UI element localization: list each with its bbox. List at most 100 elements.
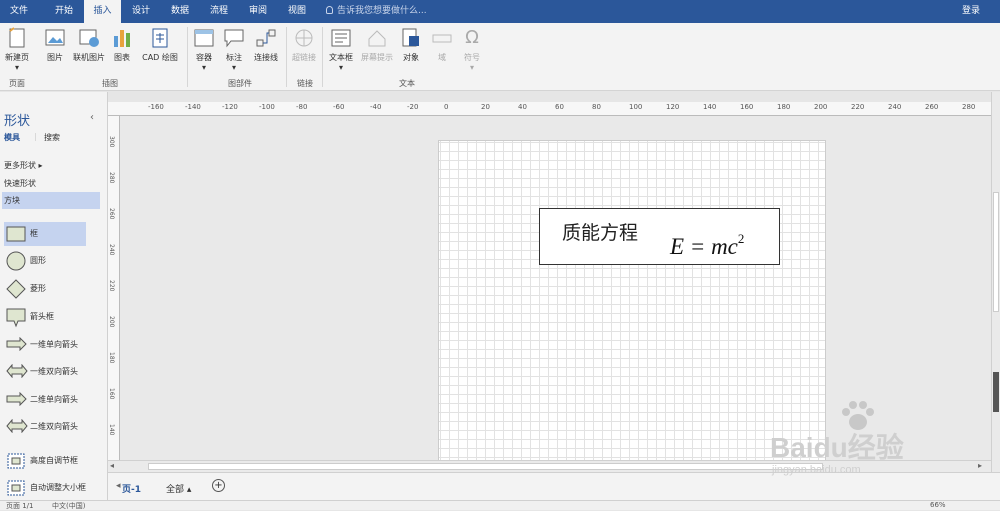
textbox-icon bbox=[331, 29, 351, 47]
equation-formula: E = mc2 bbox=[670, 231, 745, 259]
baidu-watermark: Baidu经验 jingyan.baidu.com bbox=[760, 400, 960, 490]
online-picture-icon bbox=[79, 29, 99, 47]
equation-exponent: 2 bbox=[737, 231, 745, 246]
scroll-right-icon[interactable]: ▸ bbox=[978, 461, 982, 470]
group-label-text: 文本 bbox=[399, 79, 415, 88]
screentip-button[interactable]: 屏幕提示 bbox=[358, 27, 396, 63]
horizontal-scroll-thumb[interactable] bbox=[148, 463, 823, 470]
ruler-tick-label: 160 bbox=[108, 388, 115, 400]
ruler-tick-label: 20 bbox=[481, 103, 490, 111]
title-bar: 文件 开始 插入 设计 数据 流程 审阅 视图 告诉我您想要做什么... 登录 bbox=[0, 0, 1000, 23]
page-nav-left-icon[interactable]: ◂ bbox=[116, 481, 121, 491]
cad-drawing-button[interactable]: CAD 绘图 bbox=[138, 27, 182, 63]
shape-auto-height-box[interactable]: 高度自调节框 bbox=[4, 449, 86, 473]
object-button[interactable]: 对象 bbox=[398, 27, 424, 63]
auto-height-box-shape-icon bbox=[7, 453, 25, 469]
hyperlink-button[interactable]: 超链接 bbox=[289, 27, 319, 63]
vertical-scrollbar[interactable] bbox=[991, 92, 1000, 472]
ruler-tick-label: 220 bbox=[851, 103, 865, 111]
tab-review[interactable]: 审阅 bbox=[239, 0, 277, 23]
picture-button[interactable]: 图片 bbox=[42, 27, 68, 63]
ruler-tick-label: 200 bbox=[108, 316, 115, 328]
ruler-tick-label: 280 bbox=[962, 103, 976, 111]
tab-design[interactable]: 设计 bbox=[122, 0, 160, 23]
connector-icon bbox=[256, 29, 276, 47]
triangle-right-icon: ▸ bbox=[38, 161, 43, 170]
shape-arrow-box[interactable]: 箭头框 bbox=[4, 305, 86, 329]
shape-circle[interactable]: 圆形 bbox=[4, 249, 86, 273]
ruler-tick-label: -120 bbox=[222, 103, 238, 111]
ruler-tick-label: -160 bbox=[148, 103, 164, 111]
vertical-scroll-marker bbox=[993, 372, 999, 412]
tab-insert[interactable]: 插入 bbox=[84, 0, 121, 23]
shape-auto-size-box[interactable]: 自动调整大小框 bbox=[4, 476, 86, 500]
zoom-level[interactable]: 66% bbox=[930, 501, 946, 509]
shape-box[interactable]: 框 bbox=[4, 222, 86, 246]
ruler-tick-label: -140 bbox=[185, 103, 201, 111]
tab-data[interactable]: 数据 bbox=[161, 0, 199, 23]
shape-2d-single-arrow[interactable]: 二维单向箭头 bbox=[4, 388, 86, 412]
watermark-url: jingyan.baidu.com bbox=[772, 464, 861, 476]
object-icon bbox=[402, 28, 419, 47]
tell-me-box[interactable]: 告诉我您想要做什么... bbox=[326, 0, 427, 23]
shape-diamond[interactable]: 菱形 bbox=[4, 277, 86, 301]
ribbon-separator bbox=[286, 27, 287, 87]
equation-box[interactable]: 质能方程 E = mc2 bbox=[539, 208, 780, 265]
horizontal-ruler: -160 -140 -120 -100 -80 -60 -40 -20 0 20 40 60 80 100… bbox=[108, 102, 991, 116]
chart-button[interactable]: 图表 bbox=[110, 27, 134, 63]
shape-1d-double-arrow[interactable]: 一维双向箭头 bbox=[4, 360, 86, 384]
ruler-tick-label: 60 bbox=[555, 103, 564, 111]
lightbulb-icon bbox=[326, 6, 333, 14]
tab-view[interactable]: 视图 bbox=[278, 0, 316, 23]
container-button[interactable]: 容器 ▾ bbox=[192, 27, 216, 72]
all-pages-button[interactable]: 全部 ▴ bbox=[166, 482, 191, 495]
ruler-tick-label: 260 bbox=[925, 103, 939, 111]
tab-process[interactable]: 流程 bbox=[200, 0, 238, 23]
ruler-tick-label: 240 bbox=[888, 103, 902, 111]
ruler-tick-label: 200 bbox=[814, 103, 828, 111]
collapse-chevron-icon[interactable]: ‹ bbox=[90, 112, 94, 123]
login-link[interactable]: 登录 bbox=[962, 0, 980, 23]
ruler-tick-label: 80 bbox=[592, 103, 601, 111]
ribbon-separator bbox=[322, 27, 323, 87]
tab-file[interactable]: 文件 bbox=[0, 0, 38, 23]
online-picture-button[interactable]: 联机图片 bbox=[70, 27, 108, 63]
tab-home[interactable]: 开始 bbox=[45, 0, 83, 23]
vertical-ruler: 300 280 260 240 220 200 180 160 140 bbox=[108, 116, 120, 460]
callout-button[interactable]: 标注 ▾ bbox=[222, 27, 246, 72]
page-tab-1[interactable]: 页-1 bbox=[122, 482, 141, 495]
quick-shapes-item[interactable]: 快速形状 bbox=[4, 178, 36, 189]
new-page-button[interactable]: 新建页 ▾ bbox=[2, 27, 32, 72]
symbol-button[interactable]: Ω 符号 ▾ bbox=[460, 27, 484, 72]
tab-stencils[interactable]: 模具 bbox=[4, 132, 20, 143]
field-icon bbox=[432, 34, 452, 43]
vertical-scroll-thumb[interactable] bbox=[993, 192, 999, 312]
box-shape-icon bbox=[6, 226, 26, 242]
textbox-button[interactable]: 文本框 ▾ bbox=[326, 27, 356, 72]
blocks-stencil-item[interactable]: 方块 bbox=[2, 192, 100, 209]
2d-single-arrow-shape-icon bbox=[6, 392, 27, 406]
add-page-icon[interactable]: + bbox=[212, 479, 225, 492]
screentip-icon bbox=[368, 30, 386, 47]
ruler-tick-label: -80 bbox=[296, 103, 308, 111]
2d-double-arrow-shape-icon bbox=[6, 419, 28, 433]
tab-search[interactable]: 搜索 bbox=[44, 132, 60, 143]
double-arrow-shape-icon bbox=[6, 364, 28, 378]
new-page-icon bbox=[9, 27, 25, 48]
shape-1d-single-arrow[interactable]: 一维单向箭头 bbox=[4, 333, 86, 357]
ruler-tick-label: 300 bbox=[108, 136, 115, 148]
field-button[interactable]: 域 bbox=[430, 27, 454, 63]
shape-2d-double-arrow[interactable]: 二维双向箭头 bbox=[4, 415, 86, 439]
ruler-tick-label: 140 bbox=[108, 424, 115, 436]
single-arrow-shape-icon bbox=[6, 337, 27, 351]
ribbon-separator bbox=[187, 27, 188, 87]
ruler-tick-label: 160 bbox=[740, 103, 754, 111]
more-shapes-item[interactable]: 更多形状 ▸ bbox=[4, 160, 43, 171]
diamond-shape-icon bbox=[6, 279, 26, 299]
ruler-tick-label: 260 bbox=[108, 208, 115, 220]
connector-button[interactable]: 连接线 bbox=[250, 27, 282, 63]
scroll-left-icon[interactable]: ◂ bbox=[110, 461, 114, 470]
bar-chart-icon bbox=[114, 30, 130, 47]
tell-me-placeholder: 告诉我您想要做什么... bbox=[337, 6, 427, 16]
ruler-tick-label: 280 bbox=[108, 172, 115, 184]
